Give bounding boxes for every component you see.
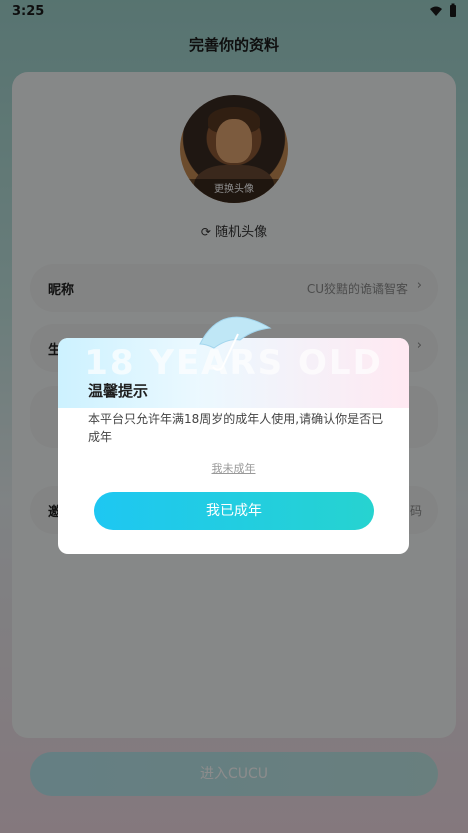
age-confirm-dialog: 18 YEARS OLD 温馨提示 本平台只允许年满18周岁的成年人使用,请确认… bbox=[58, 316, 409, 554]
dialog-message: 本平台只允许年满18周岁的成年人使用,请确认你是否已成年 bbox=[88, 412, 384, 444]
confirm-adult-button[interactable]: 我已成年 bbox=[94, 492, 374, 530]
umbrella-icon bbox=[192, 304, 278, 374]
not-adult-link[interactable]: 我未成年 bbox=[58, 460, 409, 476]
dialog-title: 温馨提示 bbox=[88, 382, 149, 400]
